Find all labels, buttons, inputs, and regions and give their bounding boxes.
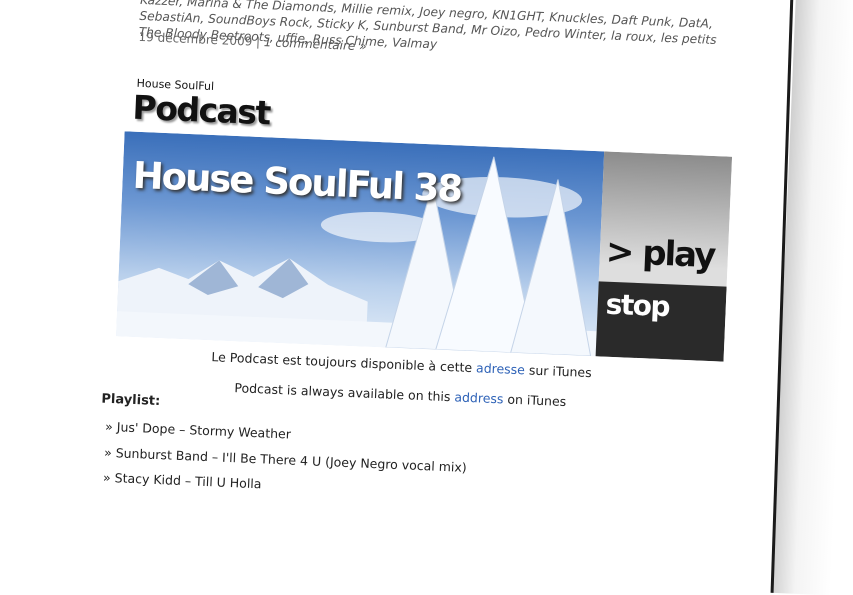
stop-panel: stop: [595, 281, 727, 362]
availability-en-suffix: on iTunes: [507, 391, 567, 410]
meta-separator: |: [255, 34, 261, 49]
podcast-player-banner: House SoulFul 38 > play stop: [116, 131, 733, 362]
winter-landscape-image: House SoulFul 38: [116, 131, 605, 357]
play-button[interactable]: > play: [605, 232, 715, 277]
logo-title: Podcast: [131, 87, 271, 133]
playlist-track: » Sunburst Band – I'll Be There 4 U (Joe…: [103, 444, 468, 475]
itunes-link-fr[interactable]: adresse: [476, 360, 525, 377]
availability-fr-prefix: Le Podcast est toujours disponible à cet…: [211, 349, 473, 376]
player-controls: > play stop: [595, 151, 733, 362]
playlist-track: » Stacy Kidd – Till U Holla: [102, 469, 262, 492]
comments-link[interactable]: 1 commentaire »: [264, 35, 367, 53]
itunes-link-en[interactable]: address: [454, 389, 504, 406]
playlist-heading: Playlist:: [101, 391, 161, 410]
stop-button[interactable]: stop: [605, 288, 670, 324]
availability-en-prefix: Podcast is always available on this: [234, 380, 451, 405]
playlist-track: » Jus' Dope – Stormy Weather: [104, 418, 292, 442]
blog-page: Kazzer, Marina & The Diamonds, Millie re…: [0, 0, 853, 595]
availability-fr-suffix: sur iTunes: [528, 362, 592, 381]
